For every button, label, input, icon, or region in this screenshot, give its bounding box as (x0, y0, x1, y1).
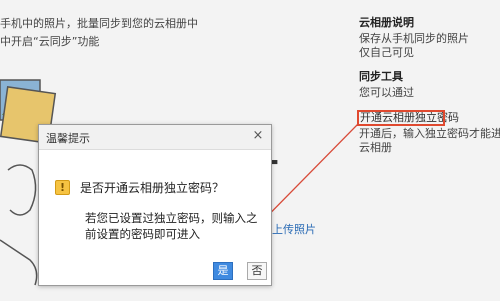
warning-icon: ! (55, 180, 70, 195)
yes-button[interactable]: 是 (213, 262, 233, 280)
dialog-title: 温馨提示 (46, 132, 90, 145)
confirm-dialog: 温馨提示 × ! 是否开通云相册独立密码？ 若您已设置过独立密码，则输入之前设置… (38, 124, 272, 286)
dialog-note: 若您已设置过独立密码，则输入之前设置的密码即可进入 (85, 211, 258, 241)
no-button[interactable]: 否 (247, 262, 267, 280)
close-icon[interactable]: × (251, 129, 265, 143)
dialog-header: 温馨提示 × (39, 125, 271, 150)
dialog-question: 是否开通云相册独立密码？ (80, 181, 225, 195)
